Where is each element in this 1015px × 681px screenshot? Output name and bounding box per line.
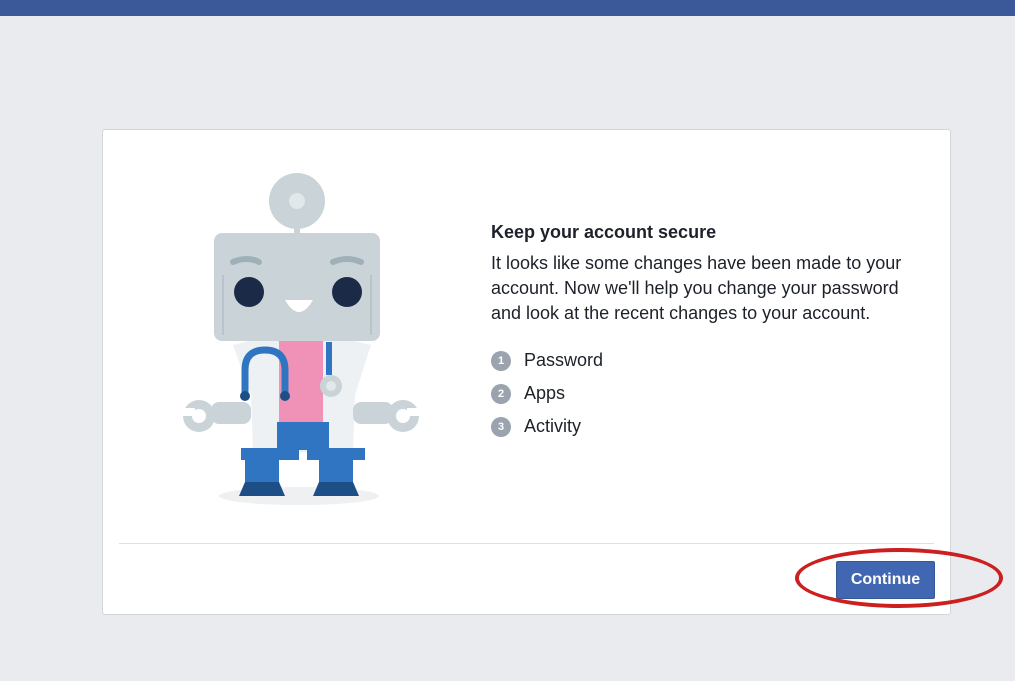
step-label: Apps: [524, 383, 566, 403]
security-checkup-card: Keep your account secure It looks like s…: [102, 129, 951, 615]
step-number-badge: 2: [491, 383, 511, 404]
card-title: Keep your account secure: [491, 222, 717, 242]
step-label: Password: [524, 350, 604, 370]
top-navigation-bar: [0, 0, 1015, 16]
step-label: Activity: [524, 416, 582, 436]
steps-list: 1 Password 2 Apps 3 Activity: [491, 344, 931, 443]
step-apps: 2 Apps: [491, 377, 931, 410]
step-password: 1 Password: [491, 344, 931, 377]
step-number-badge: 3: [491, 416, 511, 437]
continue-button[interactable]: Continue: [836, 561, 935, 599]
card-description: It looks like some changes have been mad…: [491, 253, 902, 323]
step-activity: 3 Activity: [491, 410, 931, 443]
footer-divider: [119, 543, 934, 544]
security-info: Keep your account secure It looks like s…: [491, 222, 931, 443]
doctor-robot-illustration: [181, 173, 421, 505]
step-number-badge: 1: [491, 350, 511, 371]
